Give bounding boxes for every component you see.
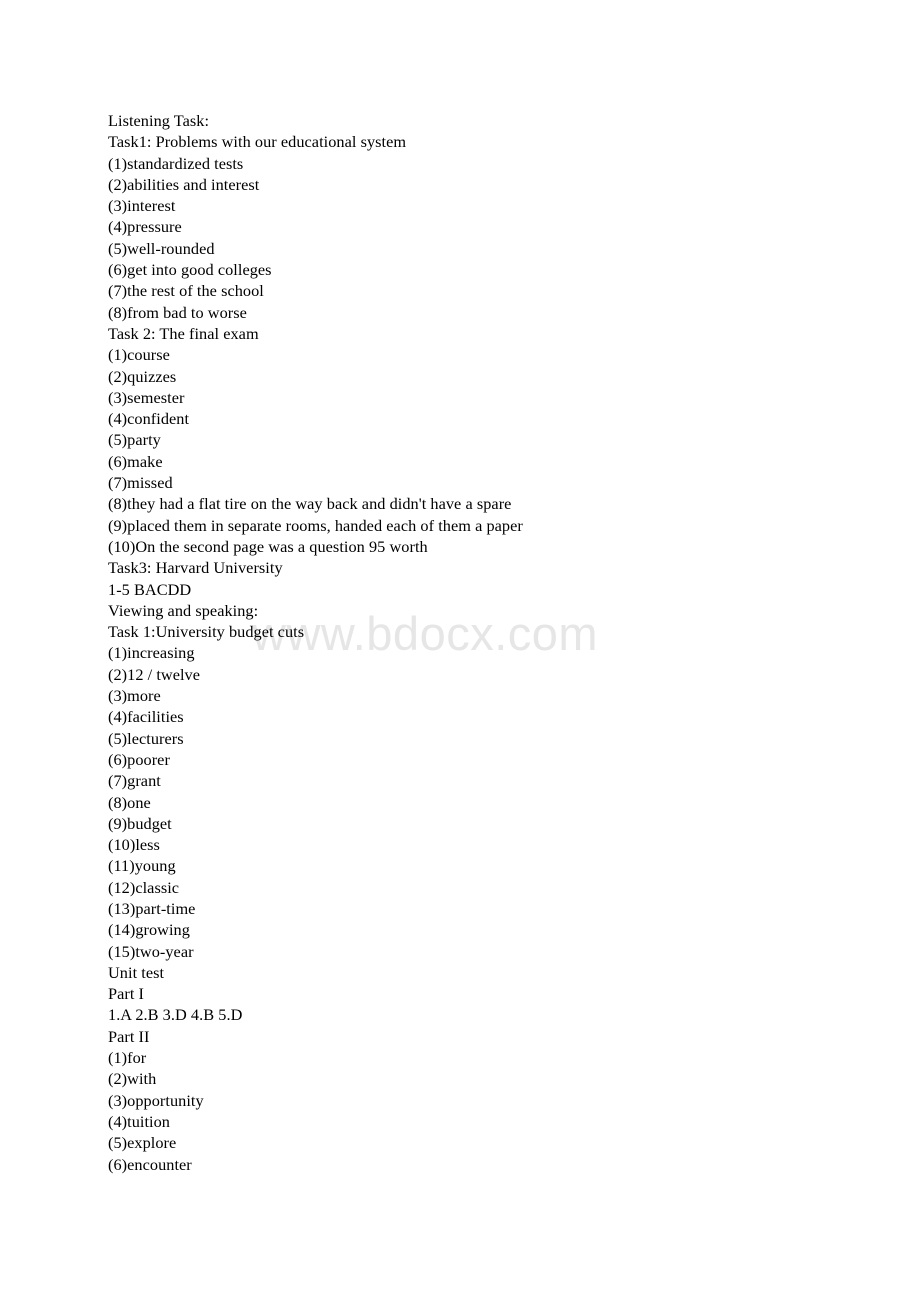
document-line: (15)two-year [108,941,194,961]
document-line: (8)they had a flat tire on the way back … [108,494,512,514]
document-line: (2)quizzes [108,366,177,386]
document-line: (5)well-rounded [108,238,215,258]
document-line: (4)tuition [108,1111,170,1131]
document-page: www.bdocx.com Listening Task: Task1: Prob… [0,0,920,1302]
document-line: Part II [108,1026,150,1046]
document-line: (6)poorer [108,749,170,769]
document-line: (7)the rest of the school [108,281,264,301]
document-line: (3)opportunity [108,1090,204,1110]
document-line: (7)grant [108,771,161,791]
document-line: (5)party [108,430,161,450]
document-line: (8)from bad to worse [108,302,247,322]
document-line: (3)more [108,686,161,706]
document-line: (12)classic [108,877,180,897]
document-line: (11)young [108,856,176,876]
document-line: (2)with [108,1069,157,1089]
document-line: (7)missed [108,473,173,493]
document-line: Part I [108,984,145,1004]
document-line: (6)make [108,451,163,471]
document-line: (5)explore [108,1133,177,1153]
document-line: (9)placed them in separate rooms, handed… [108,515,523,535]
document-line: (6)get into good colleges [108,260,272,280]
document-line: (3)semester [108,387,185,407]
document-line: (2)abilities and interest [108,174,260,194]
document-line: (6)encounter [108,1154,192,1174]
document-line: Task 2: The final exam [108,323,259,343]
document-line: (10)less [108,835,160,855]
document-line: (5)lecturers [108,728,184,748]
document-line: 1.A 2.B 3.D 4.B 5.D [108,1005,243,1025]
document-line: Task3: Harvard University [108,558,283,578]
document-line: (1)standardized tests [108,153,244,173]
document-line: (3)interest [108,196,176,216]
document-line: Viewing and speaking: [108,600,259,620]
document-line: (10)On the second page was a question 95… [108,536,428,556]
document-line: (14)growing [108,920,190,940]
document-line: (4)facilities [108,707,184,727]
document-line: (9)budget [108,813,172,833]
document-line: (2)12 / twelve [108,664,201,684]
document-line: (1)increasing [108,643,195,663]
document-line: (1)for [108,1048,147,1068]
document-line: Listening Task: [108,111,210,130]
document-line: Unit test [108,962,165,982]
document-line: Task 1:University budget cuts [108,622,305,642]
document-line: (13)part-time [108,898,196,918]
document-text-body: Listening Task: Task1: Problems with our … [108,110,848,1175]
document-line: Task1: Problems with our educational sys… [108,132,407,152]
document-line: (4)pressure [108,217,182,237]
document-line: 1-5 BACDD [108,579,192,599]
document-line: (4)confident [108,409,190,429]
document-line: (1)course [108,345,170,365]
document-line: (8)one [108,792,151,812]
